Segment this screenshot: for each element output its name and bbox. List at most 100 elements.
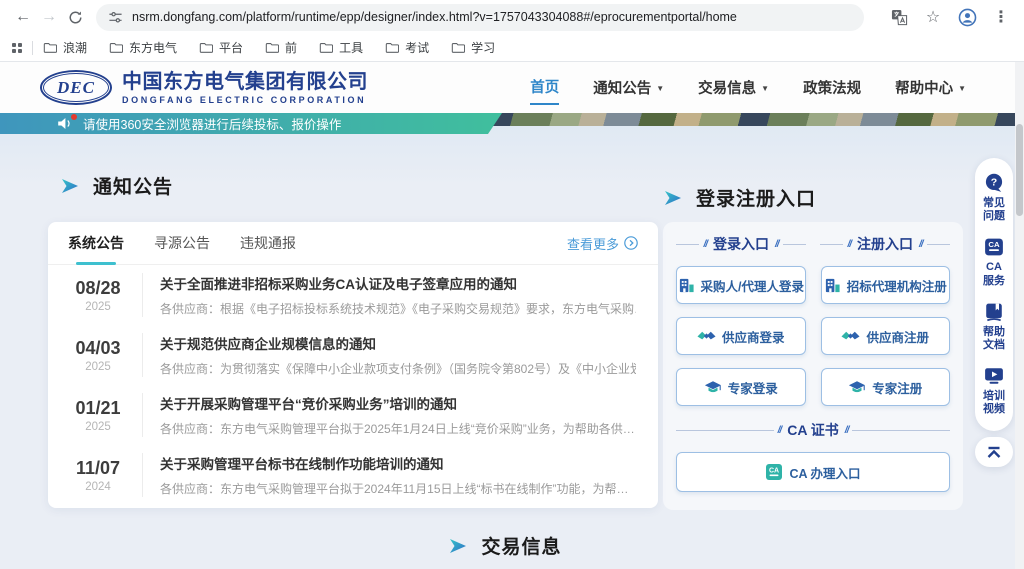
tab-system-notices[interactable]: 系统公告: [68, 222, 124, 265]
trade-section-title: 交易信息: [481, 532, 561, 559]
browser-chrome: ← → nsrm.dongfang.com/platform/runtime/e…: [0, 0, 1024, 62]
entry-section-header: 登录注册入口: [663, 184, 816, 211]
notice-ticker: 请使用360安全浏览器进行后续投标、报价操作: [0, 113, 502, 134]
trade-section-header: 交易信息: [0, 532, 1010, 559]
translate-icon[interactable]: [886, 9, 912, 26]
bookmark-xuexi[interactable]: 学习: [451, 39, 495, 56]
company-name-en: DONGFANG ELECTRIC CORPORATION: [122, 95, 368, 105]
bookmark-qian[interactable]: 前: [265, 39, 297, 56]
question-bubble-icon: ?: [984, 173, 1004, 193]
ticker-text: 请使用360安全浏览器进行后续投标、报价操作: [83, 114, 341, 133]
notice-summary: 各供应商：东方电气采购管理平台拟于2025年1月24日上线“竞价采购”业务，为帮…: [160, 420, 636, 437]
nav-trade-info[interactable]: 交易信息: [698, 71, 769, 104]
notification-dot: [71, 114, 77, 120]
supplier-login-button[interactable]: 供应商登录: [676, 317, 806, 355]
agency-register-button[interactable]: 招标代理机构注册: [821, 266, 951, 304]
view-more-link[interactable]: 查看更多: [567, 234, 638, 253]
building-icon: [678, 277, 695, 294]
tab-violation-reports[interactable]: 违规通报: [240, 222, 296, 265]
notices-card: 系统公告 寻源公告 违规通报 查看更多 08/282025 关于全面推进非招标采…: [48, 222, 658, 508]
browser-menu-icon[interactable]: ⋮: [988, 7, 1014, 27]
tab-sourcing-notices[interactable]: 寻源公告: [154, 222, 210, 265]
notices-tabs: 系统公告 寻源公告 违规通报 查看更多: [48, 222, 658, 265]
section-arrow-icon: [448, 536, 468, 556]
reload-icon: [68, 10, 83, 25]
graduation-cap-icon: [704, 380, 722, 395]
bookmark-dongfang[interactable]: 东方电气: [109, 39, 177, 56]
bookmark-star-icon[interactable]: ☆: [920, 7, 946, 27]
bookmarks-bar: 浪潮 东方电气 平台 前 工具 考试 学习: [0, 34, 1024, 61]
page-content: 通知公告 系统公告 寻源公告 违规通报 查看更多 08/282025 关于全面推…: [0, 126, 1024, 569]
nav-help-center[interactable]: 帮助中心: [895, 71, 966, 104]
notices-section-title: 通知公告: [93, 172, 173, 199]
bookmark-kaoshi[interactable]: 考试: [385, 39, 429, 56]
folder-icon: [451, 41, 465, 54]
notice-row[interactable]: 04/032025 关于规范供应商企业规模信息的通知各供应商：为贯彻落实《保障中…: [48, 325, 658, 385]
folder-icon: [199, 41, 213, 54]
back-button[interactable]: ←: [10, 4, 36, 30]
notice-year: 2025: [66, 421, 130, 433]
notice-summary: 各供应商：为贯彻落实《保障中小企业款项支付条例》（国务院令第802号）及《中小企…: [160, 360, 636, 377]
ca-apply-button[interactable]: CA CA 办理入口: [676, 452, 950, 492]
reload-button[interactable]: [62, 4, 88, 30]
notice-title: 关于开展采购管理平台“竞价采购业务”培训的通知: [160, 393, 636, 413]
video-icon: [984, 366, 1004, 386]
scrollbar-thumb[interactable]: [1016, 124, 1023, 216]
notice-row[interactable]: 01/212025 关于开展采购管理平台“竞价采购业务”培训的通知各供应商：东方…: [48, 385, 658, 445]
handshake-icon: [697, 329, 716, 343]
scroll-top-icon: [986, 446, 1002, 459]
notice-year: 2025: [66, 361, 130, 373]
bookmark-gongju[interactable]: 工具: [319, 39, 363, 56]
apps-grid-icon[interactable]: [12, 43, 22, 53]
training-videos-item[interactable]: 培训视频: [975, 360, 1013, 424]
notice-year: 2024: [66, 481, 130, 493]
faq-item[interactable]: ? 常见问题: [975, 167, 1013, 231]
expert-login-button[interactable]: 专家登录: [676, 368, 806, 406]
expert-register-button[interactable]: 专家注册: [821, 368, 951, 406]
bookmark-pingtai[interactable]: 平台: [199, 39, 243, 56]
handshake-icon: [841, 329, 860, 343]
notice-summary: 各供应商：东方电气采购管理平台拟于2024年11月15日上线“标书在线制作”功能…: [160, 480, 636, 497]
nav-home[interactable]: 首页: [530, 70, 559, 105]
ca-badge-icon: CA: [765, 463, 783, 481]
folder-icon: [109, 41, 123, 54]
notice-date: 04/03: [66, 338, 130, 359]
notice-title: 关于全面推进非招标采购业务CA认证及电子签章应用的通知: [160, 273, 636, 293]
folder-icon: [265, 41, 279, 54]
notice-row[interactable]: 11/072024 关于采购管理平台标书在线制作功能培训的通知各供应商：东方电气…: [48, 445, 658, 505]
notice-date: 08/28: [66, 278, 130, 299]
nav-policies[interactable]: 政策法规: [803, 71, 861, 104]
url-bar[interactable]: nsrm.dongfang.com/platform/runtime/epp/d…: [96, 4, 864, 31]
entry-panel: // 登录入口 // // 注册入口 // 采购人/代理人登录 招标代理机构注册…: [663, 222, 963, 510]
building-icon: [824, 277, 841, 294]
ca-group-header: // CA 证书 //: [676, 420, 950, 440]
purchaser-login-button[interactable]: 采购人/代理人登录: [676, 266, 806, 304]
chevron-right-circle-icon: [624, 236, 638, 250]
login-group-header: // 登录入口 //: [676, 234, 806, 254]
graduation-cap-icon: [848, 380, 866, 395]
nav-notices[interactable]: 通知公告: [593, 71, 664, 104]
url-text: nsrm.dongfang.com/platform/runtime/epp/d…: [132, 10, 737, 24]
bookmark-langchao[interactable]: 浪潮: [43, 39, 87, 56]
site-settings-icon: [108, 10, 123, 25]
svg-text:CA: CA: [769, 468, 779, 475]
back-to-top-button[interactable]: [975, 437, 1013, 467]
section-arrow-icon: [663, 188, 683, 208]
forward-button[interactable]: →: [36, 4, 62, 30]
entry-section-title: 登录注册入口: [696, 184, 816, 211]
book-icon: [984, 302, 1004, 322]
svg-text:?: ?: [991, 176, 997, 188]
supplier-register-button[interactable]: 供应商注册: [821, 317, 951, 355]
notice-summary: 各供应商：根据《电子招标投标系统技术规范》《电子采购交易规范》要求，东方电气采购…: [160, 300, 636, 317]
notice-row[interactable]: 08/282025 关于全面推进非招标采购业务CA认证及电子签章应用的通知各供应…: [48, 265, 658, 325]
brand-logo[interactable]: DEC 中国东方电气集团有限公司 DONGFANG ELECTRIC CORPO…: [40, 70, 368, 105]
help-docs-item[interactable]: 帮助文档: [975, 296, 1013, 360]
register-group-header: // 注册入口 //: [820, 234, 950, 254]
url-row: ← → nsrm.dongfang.com/platform/runtime/e…: [0, 0, 1024, 34]
scrollbar-track[interactable]: [1015, 62, 1024, 569]
profile-avatar[interactable]: [954, 8, 980, 27]
quick-sidebar: ? 常见问题 CA CA 服务 帮助文档 培训视频: [975, 158, 1013, 431]
ca-card-icon: CA: [984, 237, 1004, 257]
main-nav: 首页 通知公告 交易信息 政策法规 帮助中心: [530, 62, 966, 113]
ca-service-item[interactable]: CA CA 服务: [975, 231, 1013, 295]
